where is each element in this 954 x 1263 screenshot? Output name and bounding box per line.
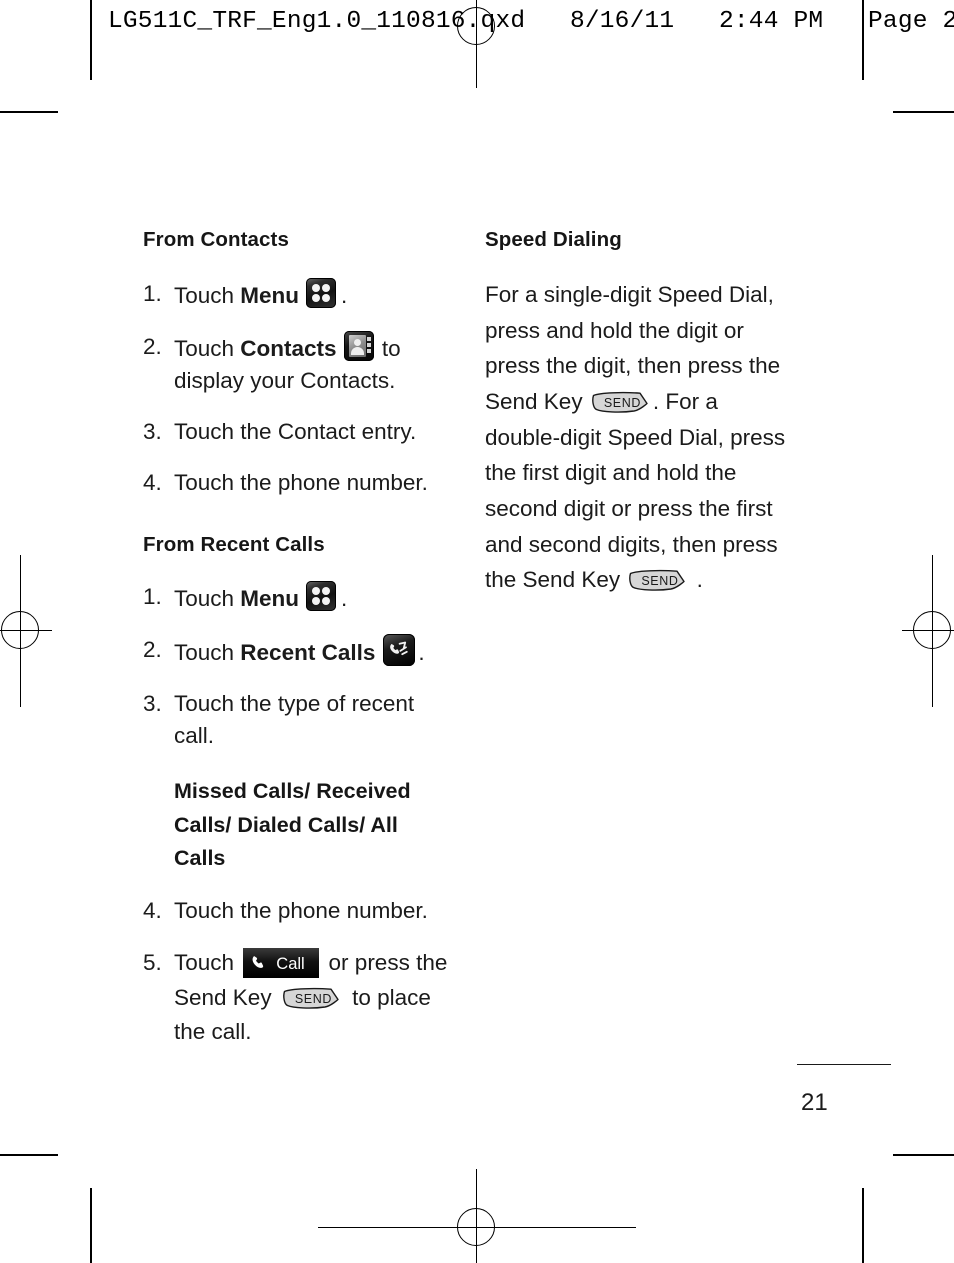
step-bold-term: Recent Calls	[240, 639, 376, 665]
step-number: 5.	[143, 950, 162, 976]
list-item: 3. Touch the Contact entry.	[143, 416, 453, 448]
list-item: 1. Touch Menu.	[143, 580, 453, 615]
step-number: 1.	[143, 281, 162, 306]
list-item: 3. Touch the type of recent call.	[143, 688, 453, 752]
list-item: 2. Touch Recent Calls .	[143, 633, 453, 669]
list-item: 5. Touch Call or press the Send Key SEND …	[143, 946, 453, 1049]
paragraph-text-part2: . For a double-digit Speed Dial, press t…	[485, 388, 786, 593]
steps-list-from-contacts: 1. Touch Menu. 2. Touch Contacts to displa…	[143, 278, 453, 499]
step-text: Touch	[174, 283, 241, 308]
page-content: From Contacts 1. Touch Menu. 2. Touch Cont…	[0, 0, 954, 1263]
right-column: Speed Dialing For a single-digit Speed D…	[485, 228, 797, 598]
call-button-icon[interactable]: Call	[243, 948, 320, 979]
step-text-after: .	[341, 585, 348, 611]
send-key-label: SEND	[294, 991, 332, 1006]
step-number: 4.	[143, 898, 162, 924]
send-key-icon[interactable]: SEND	[590, 390, 652, 416]
step-number: 3.	[143, 418, 162, 444]
step-text: Touch	[174, 950, 241, 976]
list-item: 4. Touch the phone number.	[143, 467, 453, 499]
call-button-label: Call	[276, 955, 305, 974]
step-number: 1.	[143, 583, 162, 609]
step-text: Touch the phone number.	[174, 898, 428, 924]
step-text: Touch the phone number.	[174, 469, 428, 495]
step-number: 3.	[143, 690, 162, 716]
list-item: 1. Touch Menu.	[143, 278, 453, 312]
step-number: 2.	[143, 636, 162, 662]
step-text: Touch	[174, 585, 241, 611]
send-key-icon[interactable]: SEND	[281, 986, 343, 1012]
send-key-label: SEND	[641, 574, 679, 589]
list-item: 2. Touch Contacts to display your Contact…	[143, 330, 453, 397]
steps-list-from-recent-calls-continued: 4. Touch the phone number. 5. Touch Call o…	[143, 895, 453, 1049]
footer-rule	[797, 1064, 891, 1065]
page-number: 21	[801, 1089, 828, 1116]
menu-icon[interactable]	[306, 580, 337, 611]
step-text: Touch the Contact entry.	[174, 418, 417, 444]
step-number: 4.	[143, 469, 162, 495]
step-text: Touch	[174, 335, 241, 361]
recent-calls-icon[interactable]	[383, 633, 416, 666]
step-text-after: .	[341, 283, 348, 308]
step-number: 2.	[143, 333, 162, 359]
send-key-icon[interactable]: SEND	[627, 568, 689, 594]
step-bold-term: Menu	[240, 585, 300, 611]
step-text: Touch	[174, 639, 241, 665]
speed-dialing-paragraph: For a single-digit Speed Dial, press and…	[485, 277, 797, 598]
handset-glyph	[252, 956, 264, 969]
steps-list-from-recent-calls: 1. Touch Menu. 2. Touch Recent Calls . 3. T…	[143, 580, 453, 752]
step-text: Touch the type of recent call.	[174, 690, 415, 748]
step-bold-term: Contacts	[240, 335, 337, 361]
section-heading-speed-dialing: Speed Dialing	[485, 228, 622, 251]
contacts-icon[interactable]	[343, 330, 374, 361]
section-heading-from-contacts: From Contacts	[143, 228, 289, 251]
step-text-after: .	[418, 639, 425, 665]
paragraph-text-part3: .	[690, 567, 703, 593]
left-column: From Contacts 1. Touch Menu. 2. Touch Cont…	[143, 228, 453, 1068]
list-item: 4. Touch the phone number.	[143, 895, 453, 927]
step-bold-term: Menu	[240, 283, 300, 308]
send-key-label: SEND	[603, 395, 641, 410]
recent-calls-types-subheading: Missed Calls/ Received Calls/ Dialed Cal…	[174, 779, 411, 871]
document-page: LG511C_TRF_Eng1.0_110816.qxd 8/16/11 2:4…	[0, 0, 954, 1263]
handset-arrow-glyph	[390, 641, 409, 655]
section-heading-from-recent-calls: From Recent Calls	[143, 532, 325, 556]
menu-icon[interactable]	[306, 278, 337, 308]
